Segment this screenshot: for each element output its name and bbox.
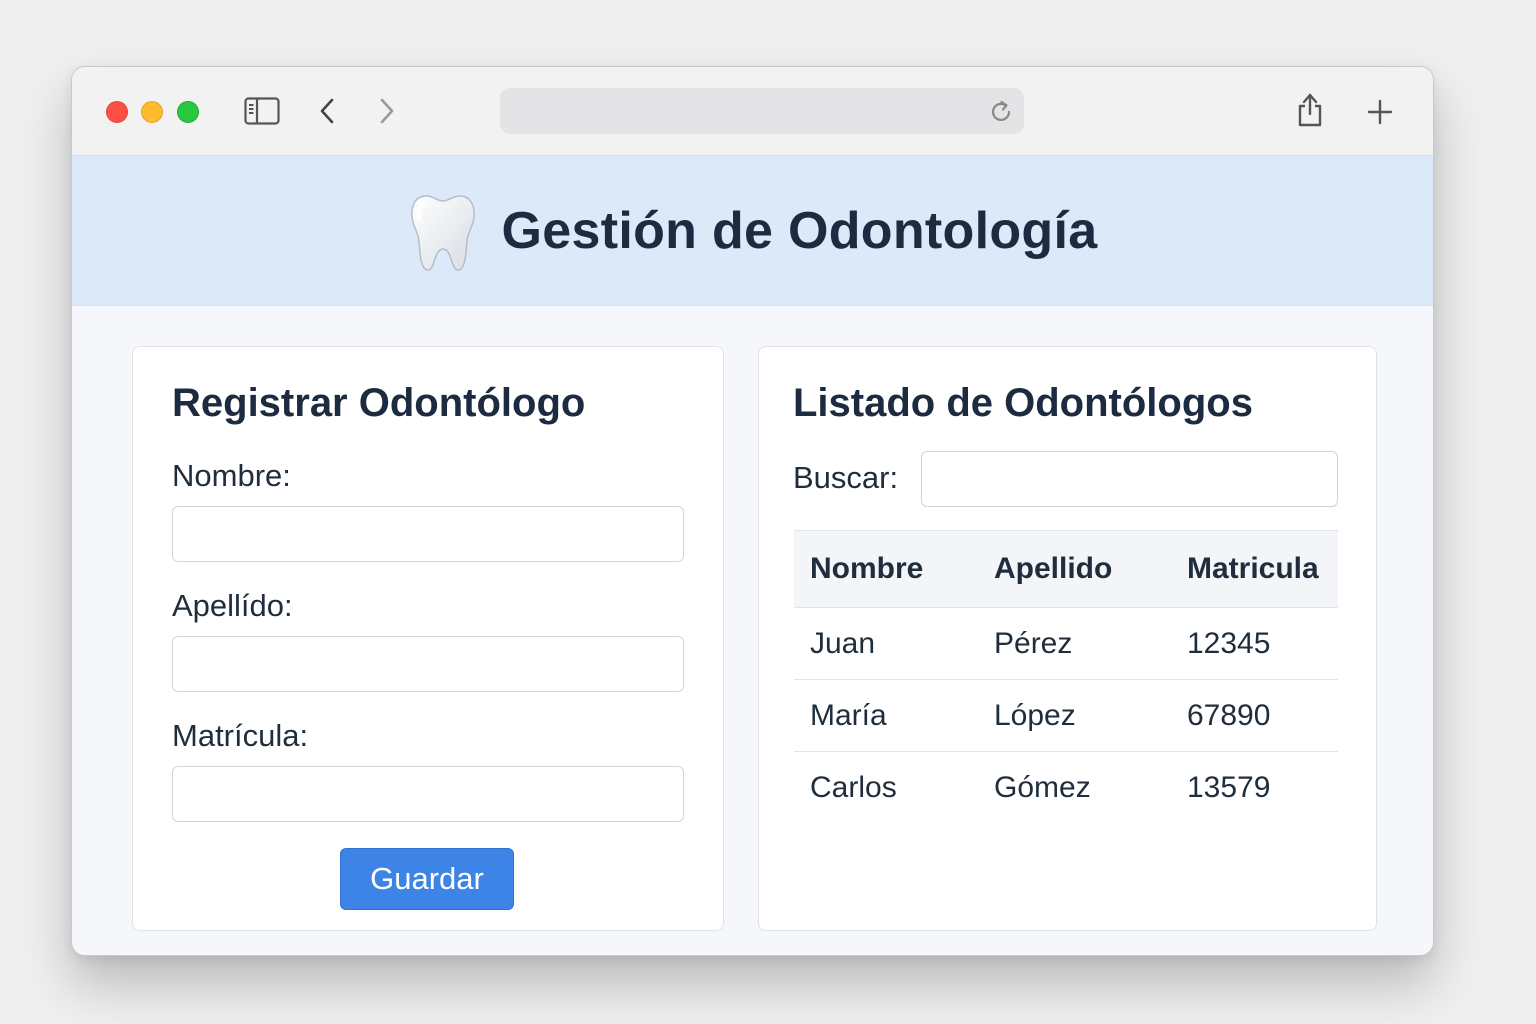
matricula-input[interactable]: [172, 766, 684, 822]
search-input[interactable]: [921, 451, 1338, 507]
reload-icon[interactable]: [988, 99, 1014, 125]
address-bar[interactable]: [500, 88, 1024, 134]
cell-apellido: López: [978, 679, 1171, 752]
table-row[interactable]: María López 67890: [794, 679, 1338, 752]
cell-matricula: 12345: [1171, 607, 1338, 680]
nombre-label: Nombre:: [172, 458, 291, 493]
table-header-row: Nombre Apellido Matricula: [794, 530, 1338, 608]
share-icon[interactable]: [1296, 91, 1324, 129]
table-row[interactable]: Carlos Gómez 13579: [794, 752, 1338, 824]
sidebar-icon[interactable]: [244, 97, 280, 125]
app-header: Gestión de Odontología: [72, 156, 1433, 306]
matricula-label: Matrícula:: [172, 718, 309, 753]
zoom-window-button[interactable]: [177, 101, 199, 123]
close-window-button[interactable]: [106, 101, 128, 123]
search-label: Buscar:: [793, 460, 899, 495]
browser-window: Gestión de Odontología Registrar Odontól…: [71, 66, 1434, 956]
cell-apellido: Pérez: [978, 607, 1171, 680]
cell-nombre: Carlos: [810, 770, 897, 804]
cell-matricula: 13579: [1187, 770, 1271, 804]
odontologos-table: Nombre Apellido Matricula Juan Pérez 123…: [794, 530, 1338, 823]
cell-nombre: Juan: [794, 607, 978, 680]
apellido-label: Apellído:: [172, 588, 293, 623]
register-title: Registrar Odontólogo: [172, 381, 586, 425]
listing-title: Listado de Odontólogos: [793, 381, 1253, 425]
nombre-input[interactable]: [172, 506, 684, 562]
cell-nombre: María: [794, 679, 978, 752]
app-title: Gestión de Odontología: [501, 201, 1098, 260]
new-tab-icon[interactable]: [1367, 99, 1393, 125]
forward-arrow-icon[interactable]: [376, 97, 396, 125]
cell-matricula: 67890: [1171, 679, 1338, 752]
minimize-window-button[interactable]: [141, 101, 163, 123]
tooth-icon: [410, 194, 475, 271]
column-header-apellido[interactable]: Apellido: [978, 530, 1171, 608]
cell-apellido: Gómez: [994, 770, 1091, 804]
register-card: Registrar Odontólogo Nombre: Apellído: M…: [132, 346, 724, 931]
back-arrow-icon[interactable]: [318, 97, 338, 125]
listing-card: Listado de Odontólogos Buscar: Nombre Ap…: [758, 346, 1377, 931]
table-row[interactable]: Juan Pérez 12345: [794, 607, 1338, 680]
apellido-input[interactable]: [172, 636, 684, 692]
column-header-matricula[interactable]: Matricula: [1171, 530, 1338, 608]
column-header-nombre[interactable]: Nombre: [794, 530, 978, 608]
browser-toolbar: [72, 67, 1433, 156]
save-button[interactable]: Guardar: [340, 848, 514, 910]
